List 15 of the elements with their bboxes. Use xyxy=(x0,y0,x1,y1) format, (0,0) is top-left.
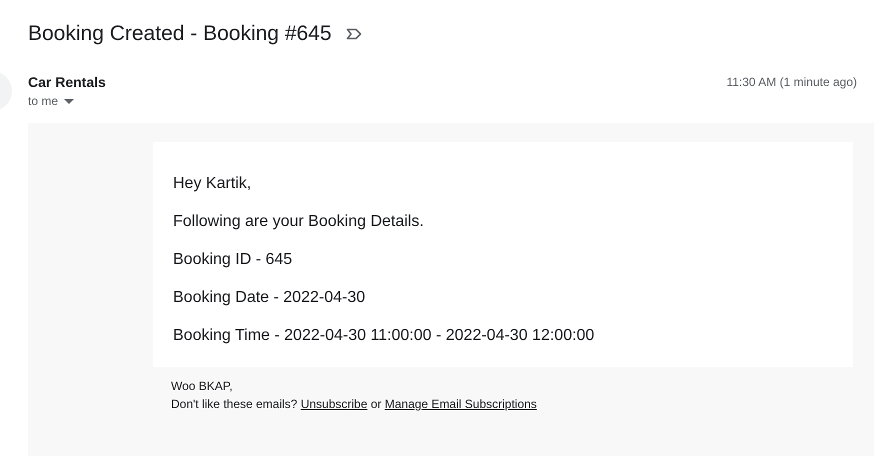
manage-subscriptions-link[interactable]: Manage Email Subscriptions xyxy=(384,397,537,411)
body-text: Following are your Booking Details. xyxy=(173,212,425,231)
unsubscribe-link[interactable]: Unsubscribe xyxy=(300,397,368,411)
body-text: Booking Time - 2022-04-30 11:00:00 - 2022-04-30 12:00:00 xyxy=(173,326,596,345)
body-text: Booking Date - 2022-04-30 xyxy=(173,288,366,307)
label-icon[interactable] xyxy=(346,28,362,40)
unsubscribe-sentence: Don't like these emails? Unsubscribe or Manage Email Subscriptions xyxy=(171,396,538,413)
sender-name: Car Rentals xyxy=(28,73,107,91)
email-subject: Booking Created - Booking #645 xyxy=(28,22,332,46)
recipient-dropdown[interactable]: to me xyxy=(28,94,74,108)
body-text: Hey Kartik, xyxy=(173,174,252,193)
signoff-text: Woo BKAP, xyxy=(171,378,234,395)
body-text: Booking ID - 645 xyxy=(173,250,294,269)
caret-icon xyxy=(64,98,74,104)
timestamp: 11:30 AM (1 minute ago) xyxy=(726,75,857,89)
